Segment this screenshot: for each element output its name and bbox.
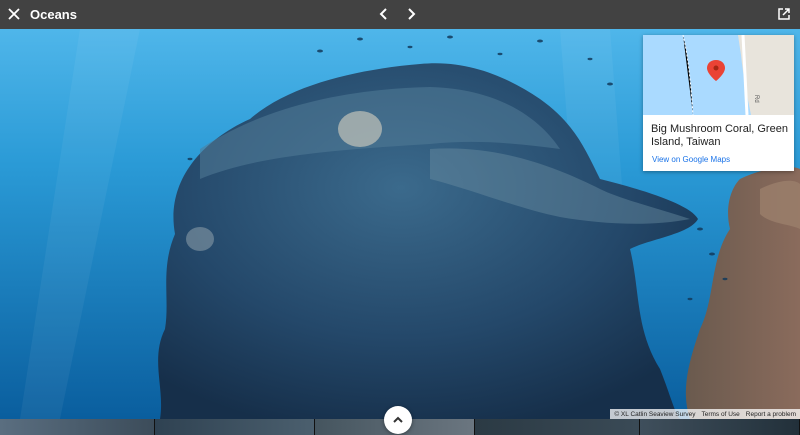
close-icon[interactable]	[6, 6, 22, 22]
expand-filmstrip-button[interactable]	[384, 406, 412, 434]
place-name: Big Mushroom Coral, Green Island, Taiwan	[651, 123, 788, 148]
terms-link[interactable]: Terms of Use	[701, 411, 739, 418]
filmstrip-thumbnail[interactable]	[640, 419, 800, 435]
open-in-new-icon[interactable]	[777, 7, 791, 21]
location-map[interactable]: Rd	[643, 35, 794, 115]
attribution-bar: © XL Catlin Seaview Survey Terms of Use …	[610, 409, 800, 419]
chevron-left-icon[interactable]	[376, 6, 392, 22]
page-title: Oceans	[30, 7, 77, 22]
filmstrip-thumbnail[interactable]	[475, 419, 640, 435]
top-bar: Oceans	[0, 0, 800, 29]
report-problem-link[interactable]: Report a problem	[746, 411, 796, 418]
filmstrip-thumbnail[interactable]	[155, 419, 316, 435]
attribution-text: © XL Catlin Seaview Survey	[614, 410, 696, 418]
filmstrip-thumbnail[interactable]	[0, 419, 156, 435]
view-on-google-maps-link[interactable]: View on Google Maps	[652, 155, 730, 164]
map-road-label: Rd	[753, 95, 759, 103]
location-card: Rd Big Mushroom Coral, Green Island, Tai…	[643, 35, 794, 171]
chevron-right-icon[interactable]	[403, 6, 419, 22]
chevron-up-icon	[393, 416, 403, 423]
